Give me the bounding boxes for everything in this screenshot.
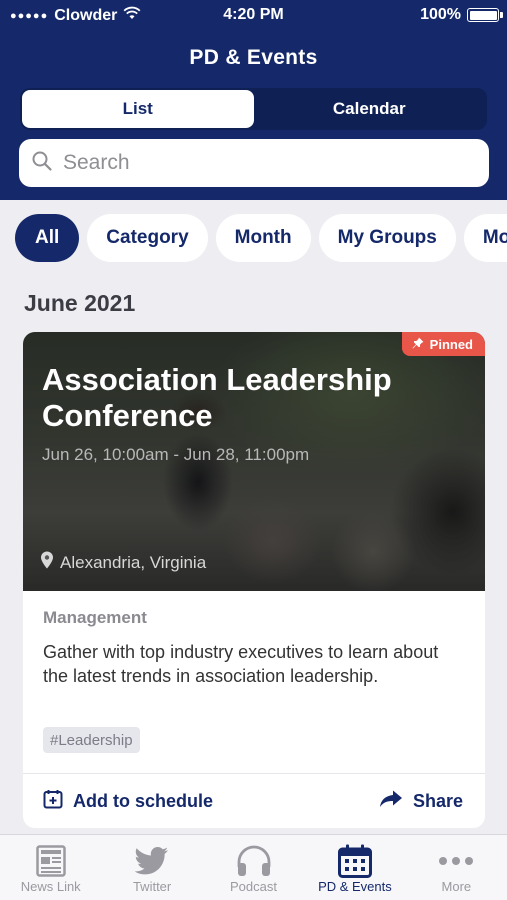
filter-category[interactable]: Category [87,214,208,262]
event-location-label: Alexandria, Virginia [60,552,207,572]
pinned-label: Pinned [429,336,473,352]
event-tag[interactable]: #Leadership [43,727,140,753]
filter-all[interactable]: All [15,214,80,262]
add-to-schedule-button[interactable]: Add to schedule [43,787,213,815]
headphones-icon [236,843,272,879]
add-to-schedule-label: Add to schedule [73,790,214,811]
page-title: PD & Events [189,46,318,69]
event-card[interactable]: Pinned Association Leadership Conference… [23,332,485,828]
filter-chips: All Category Month My Groups More [15,214,507,262]
tab-podcast[interactable]: Podcast [203,835,304,900]
section-month-heading: June 2021 [24,290,136,316]
search-icon [31,150,53,177]
pin-icon [412,337,424,352]
tab-more[interactable]: More [406,835,507,900]
segment-calendar[interactable]: Calendar [254,90,486,128]
tab-label: PD & Events [318,879,392,894]
calendar-icon [337,843,372,879]
tab-label: News Link [20,879,81,894]
card-divider [23,773,485,774]
segment-list[interactable]: List [22,90,254,128]
share-arrow-icon [379,790,403,813]
share-label: Share [412,790,463,811]
search-input[interactable] [63,151,463,175]
search-bar[interactable] [19,139,489,187]
status-bar: ●●●●● Clowder 4:20 PM 100% [0,0,507,30]
event-category: Management [43,608,147,627]
calendar-add-icon [43,789,63,814]
event-dates: Jun 26, 10:00am - Jun 28, 11:00pm [42,445,310,464]
tab-label: Twitter [132,879,172,894]
bottom-tab-bar: News Link Twitter Podcast PD & Events Mo… [0,834,507,900]
pinned-badge: Pinned [401,332,485,356]
tab-label: More [441,879,472,894]
tab-label: Podcast [230,879,277,894]
event-description: Gather with top industry executives to l… [43,642,439,686]
twitter-icon [135,843,169,879]
location-pin-icon [40,551,54,574]
filter-my-groups[interactable]: My Groups [318,214,456,262]
tab-twitter[interactable]: Twitter [101,835,202,900]
filter-more[interactable]: More [463,214,507,262]
tab-news-link[interactable]: News Link [0,835,101,900]
filter-month[interactable]: Month [215,214,311,262]
event-location: Alexandria, Virginia [40,551,206,574]
battery-icon [467,8,503,22]
tab-pd-events[interactable]: PD & Events [304,835,405,900]
battery-percent: 100% [420,6,461,23]
event-title: Association Leadership Conference [42,362,392,433]
event-hero-image: Pinned Association Leadership Conference… [23,332,485,591]
view-segmented-control: List Calendar [20,88,487,130]
app-header: ●●●●● Clowder 4:20 PM 100% PD & Events L… [0,0,507,200]
more-icon [438,843,474,879]
newspaper-icon [35,843,66,879]
share-button[interactable]: Share [379,787,463,815]
